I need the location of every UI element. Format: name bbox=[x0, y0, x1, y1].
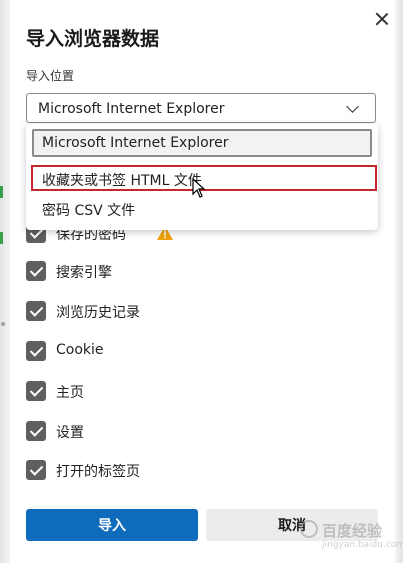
watermark: 百度经验 jingyan.baidu.com bbox=[300, 512, 403, 558]
background-accent-mark bbox=[0, 232, 3, 244]
import-source-value: Microsoft Internet Explorer bbox=[38, 101, 225, 117]
import-source-dropdown: Microsoft Internet Explorer 收藏夹或书签 HTML … bbox=[26, 124, 378, 230]
dropdown-option-label: 密码 CSV 文件 bbox=[42, 203, 136, 219]
background-window-right bbox=[394, 0, 403, 563]
checkbox-checked[interactable] bbox=[26, 261, 46, 281]
watermark-text: 百度经验 bbox=[322, 522, 383, 540]
checkbox-label: 主页 bbox=[56, 385, 84, 401]
checkbox-checked[interactable] bbox=[26, 301, 46, 321]
checkbox-label: 搜索引擎 bbox=[56, 265, 112, 281]
background-dot bbox=[1, 322, 5, 326]
checkbox-checked[interactable] bbox=[26, 460, 46, 480]
mouse-cursor-icon bbox=[192, 178, 206, 198]
checkbox-checked[interactable] bbox=[26, 381, 46, 401]
dropdown-option-ie[interactable]: Microsoft Internet Explorer bbox=[32, 129, 372, 157]
checkbox-label: 打开的标签页 bbox=[56, 464, 140, 480]
checkbox-label: Cookie bbox=[56, 342, 104, 358]
dropdown-option-label: Microsoft Internet Explorer bbox=[42, 135, 229, 151]
checkbox-label: 设置 bbox=[56, 425, 84, 441]
background-accent-mark bbox=[0, 186, 3, 198]
dropdown-option-label: 收藏夹或书签 HTML 文件 bbox=[42, 173, 202, 189]
checkbox-checked[interactable] bbox=[26, 421, 46, 441]
import-source-select[interactable]: Microsoft Internet Explorer bbox=[26, 93, 376, 123]
watermark-subtext: jingyan.baidu.com bbox=[322, 540, 403, 550]
import-button[interactable]: 导入 bbox=[26, 509, 198, 541]
checkbox-label: 浏览历史记录 bbox=[56, 305, 140, 321]
close-icon[interactable] bbox=[373, 10, 391, 28]
checkbox-checked[interactable] bbox=[26, 341, 46, 361]
import-location-label: 导入位置 bbox=[26, 69, 75, 83]
watermark-logo-icon bbox=[300, 520, 318, 538]
import-browser-data-dialog: 导入浏览器数据 导入位置 Microsoft Internet Explorer… bbox=[10, 0, 403, 563]
dialog-title: 导入浏览器数据 bbox=[26, 28, 160, 50]
chevron-down-icon bbox=[346, 100, 359, 113]
